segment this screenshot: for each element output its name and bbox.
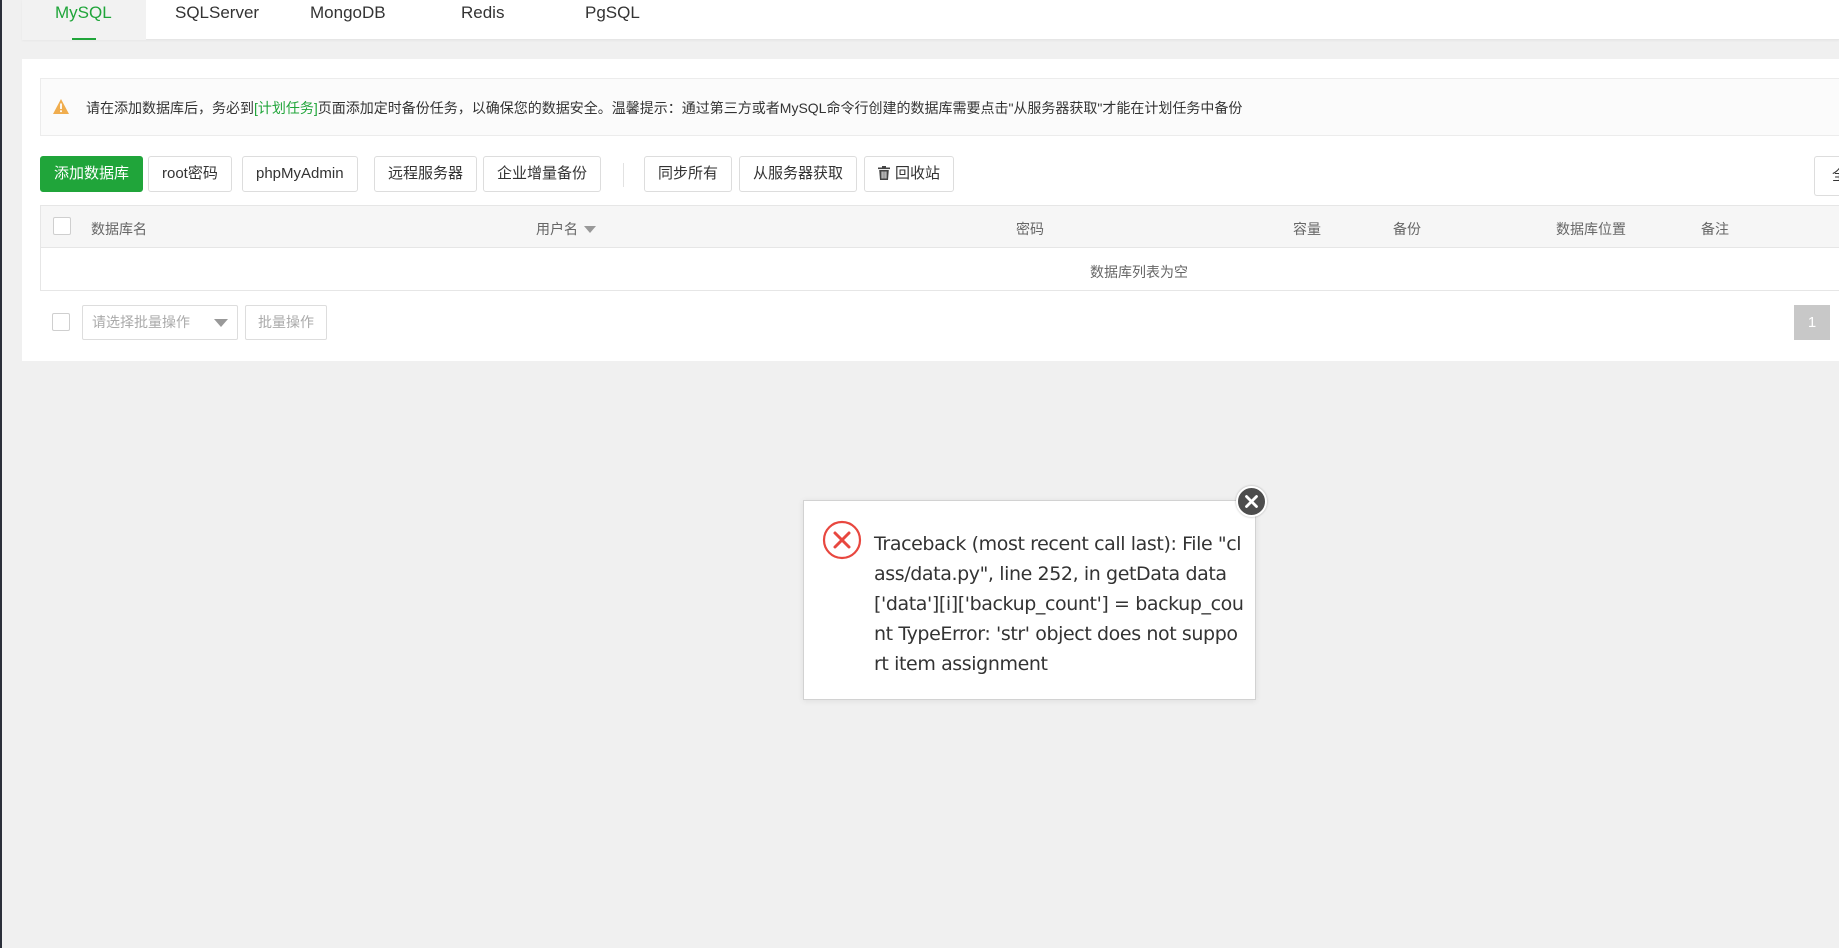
phpmyadmin-button[interactable]: phpMyAdmin — [242, 156, 358, 192]
close-dialog-button[interactable] — [1236, 486, 1267, 517]
cron-task-link[interactable]: [计划任务] — [254, 100, 318, 116]
column-header-capacity: 容量 — [1293, 221, 1321, 237]
batch-select-placeholder: 请选择批量操作 — [92, 314, 190, 330]
select-all-checkbox[interactable] — [53, 217, 71, 235]
alert-text-before: 请在添加数据库后，务必到 — [86, 100, 254, 116]
recycle-bin-button[interactable]: 回收站 — [864, 156, 955, 192]
error-icon — [822, 520, 862, 560]
sort-desc-icon — [584, 226, 596, 233]
toolbar-divider — [623, 163, 624, 187]
edge-toolbar-button[interactable]: 全 — [1814, 156, 1839, 196]
tab-pgsql[interactable]: PgSQL — [585, 0, 640, 40]
alert-text-after: 页面添加定时备份任务，以确保您的数据安全。温馨提示：通过第三方或者MySQL命令… — [317, 100, 1243, 116]
tab-label: MongoDB — [310, 3, 386, 22]
warning-icon — [53, 99, 69, 114]
database-panel: 请在添加数据库后，务必到[计划任务]页面添加定时备份任务，以确保您的数据安全。温… — [22, 59, 1839, 361]
tab-redis[interactable]: Redis — [461, 0, 504, 40]
column-header-db-name[interactable]: 数据库名 — [91, 219, 147, 239]
error-dialog: Traceback (most recent call last): File … — [803, 500, 1256, 700]
column-header-remark: 备注 — [1701, 221, 1729, 237]
tab-mongodb[interactable]: MongoDB — [310, 0, 386, 40]
sync-all-button[interactable]: 同步所有 — [644, 156, 733, 192]
column-header-backup: 备份 — [1393, 221, 1421, 237]
fetch-from-server-button[interactable]: 从服务器获取 — [739, 156, 858, 192]
column-header-password: 密码 — [1016, 221, 1044, 237]
trash-icon — [878, 166, 890, 180]
active-tab-indicator — [72, 38, 96, 40]
recycle-bin-label: 回收站 — [895, 165, 941, 182]
batch-operation-button[interactable]: 批量操作 — [245, 305, 327, 340]
window-left-edge — [0, 0, 2, 948]
column-header-username-label: 用户名 — [536, 221, 578, 237]
tab-label: SQLServer — [175, 3, 260, 22]
alert-message: 请在添加数据库后，务必到[计划任务]页面添加定时备份任务，以确保您的数据安全。温… — [86, 98, 1242, 118]
close-icon — [1245, 495, 1258, 508]
tab-label: PgSQL — [585, 3, 640, 22]
tab-label: MySQL — [55, 3, 112, 22]
chevron-down-icon — [214, 319, 228, 327]
backup-reminder-alert: 请在添加数据库后，务必到[计划任务]页面添加定时备份任务，以确保您的数据安全。温… — [40, 78, 1839, 136]
column-header-db-location: 数据库位置 — [1556, 221, 1626, 237]
error-message: Traceback (most recent call last): File … — [874, 533, 1244, 675]
tab-mysql[interactable]: MySQL — [22, 0, 146, 40]
pagination-current-page[interactable]: 1 — [1794, 305, 1830, 340]
table-header: 数据库名 用户名 密码 容量 备份 数据库位置 备注 — [41, 206, 1839, 248]
database-type-tabs: MySQL SQLServer MongoDB Redis PgSQL — [22, 0, 1839, 40]
add-database-button[interactable]: 添加数据库 — [40, 156, 144, 192]
incremental-backup-button[interactable]: 企业增量备份 — [483, 156, 602, 192]
root-password-button[interactable]: root密码 — [148, 156, 232, 192]
remote-server-button[interactable]: 远程服务器 — [374, 156, 478, 192]
batch-operation-select[interactable]: 请选择批量操作 — [82, 305, 238, 340]
tab-sqlserver[interactable]: SQLServer — [175, 0, 259, 40]
empty-table-message: 数据库列表为空 — [1090, 264, 1188, 280]
column-header-username[interactable]: 用户名 — [536, 219, 596, 239]
tab-label: Redis — [461, 3, 505, 22]
footer-select-all-checkbox[interactable] — [52, 313, 70, 331]
database-table: 数据库名 用户名 密码 容量 备份 数据库位置 备注 数据库列表为空 — [40, 205, 1839, 291]
